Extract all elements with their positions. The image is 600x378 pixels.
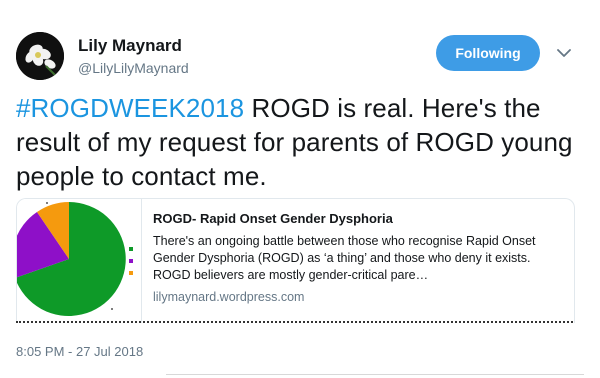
card-bottom-edge <box>16 321 573 325</box>
chevron-down-icon[interactable] <box>556 46 572 60</box>
following-button[interactable]: Following <box>436 35 540 71</box>
flower-avatar-icon <box>16 32 64 80</box>
card-url: lilymaynard.wordpress.com <box>153 290 305 304</box>
author-handle[interactable]: @LilyLilyMaynard <box>78 60 189 76</box>
card-title: ROGD- Rapid Onset Gender Dysphoria <box>153 211 393 226</box>
timestamp[interactable]: 8:05 PM - 27 Jul 2018 <box>16 344 143 359</box>
legend-mark-purple <box>129 259 133 263</box>
card-image <box>17 199 142 323</box>
card-body: ROGD- Rapid Onset Gender Dysphoria There… <box>153 211 563 304</box>
author-name[interactable]: Lily Maynard <box>78 36 182 56</box>
card-description: There's an ongoing battle between those … <box>153 234 536 282</box>
link-card[interactable]: ROGD- Rapid Onset Gender Dysphoria There… <box>16 198 575 323</box>
legend-mark-orange <box>129 271 133 275</box>
hashtag-link[interactable]: #ROGDWEEK2018 <box>16 93 244 123</box>
avatar[interactable] <box>16 32 64 80</box>
pie-chart-thumbnail <box>17 202 133 316</box>
legend-mark-green <box>129 247 133 251</box>
divider <box>166 374 584 375</box>
tweet-text: #ROGDWEEK2018 ROGD is real. Here's the r… <box>16 91 586 193</box>
